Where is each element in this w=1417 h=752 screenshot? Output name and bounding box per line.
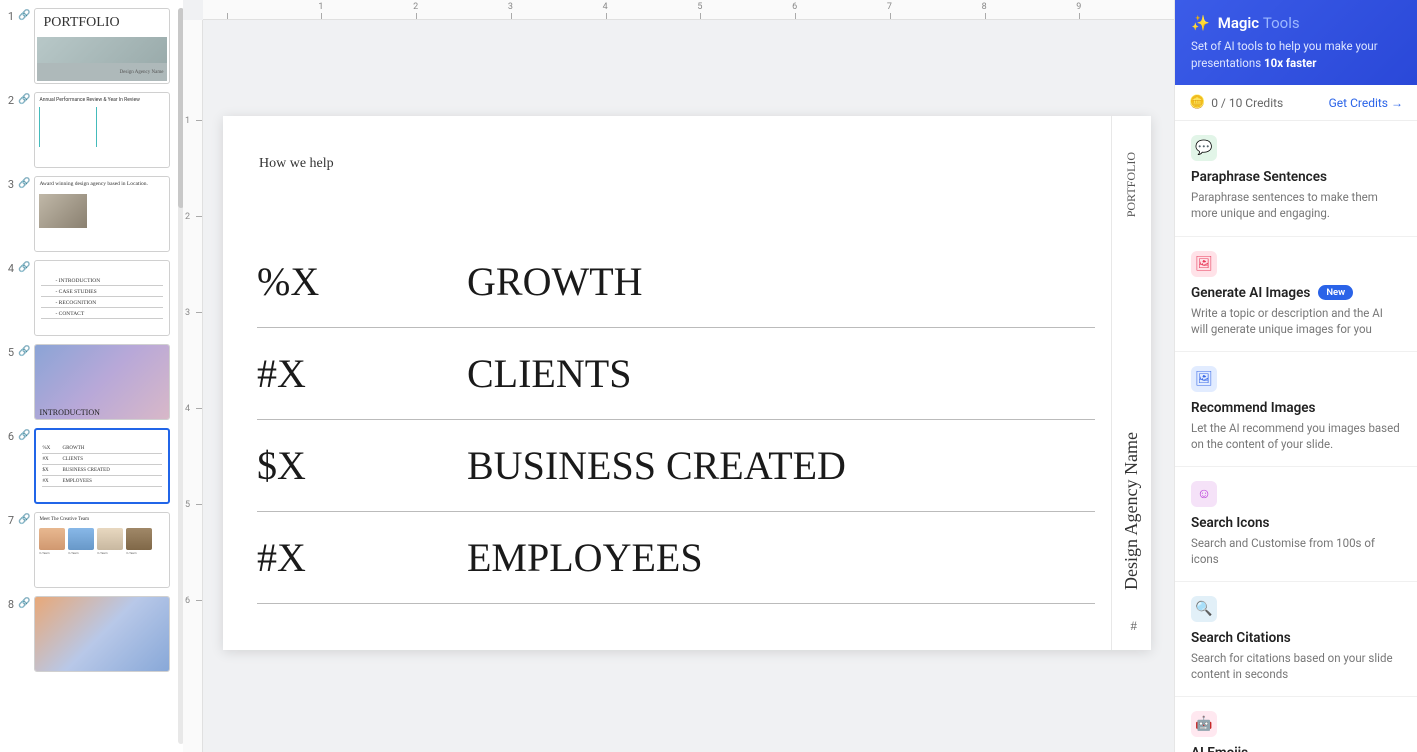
tool-search-icons[interactable]: ☺ Search Icons Search and Customise from 1… [1175,467,1417,582]
slide-thumbnail-8[interactable] [34,596,170,672]
get-credits-link[interactable]: Get Credits → [1329,96,1403,110]
tool-ai-emojis[interactable]: 🤖AI EmojisTurn words into emotions with … [1175,697,1417,752]
thumb-number: 3 [4,176,14,191]
thumb-link-icon: 🔗 [18,176,30,189]
search-icons-icon: ☺ [1191,481,1217,507]
slide-thumbnail-7[interactable]: Meet The Creative Team K-Team K-Team K-T… [34,512,170,588]
thumb-number: 2 [4,92,14,107]
tool-title: Search Icons [1191,515,1269,531]
stat-rows: %X GROWTH #X CLIENTS $X BUSINESS CREATED… [257,236,1095,604]
tool-search-citations[interactable]: 🔍 Search Citations Search for citations ba… [1175,582,1417,697]
stat-row[interactable]: %X GROWTH [257,236,1095,328]
credits-count: 0 / 10 Credits [1211,96,1283,110]
arrow-right-icon: → [1391,96,1403,110]
tool-recommend-images[interactable]: 🖼 Recommend Images Let the AI recommend yo… [1175,352,1417,467]
slide-thumbnail-3[interactable]: Award winning design agency based in Loc… [34,176,170,252]
gen-images-icon: 🖼 [1191,251,1217,277]
thumb-link-icon: 🔗 [18,596,30,609]
thumb-link-icon: 🔗 [18,8,30,21]
stat-row[interactable]: #X CLIENTS [257,328,1095,420]
tool-description: Search for citations based on your slide… [1191,650,1401,682]
tool-description: Paraphrase sentences to make them more u… [1191,189,1401,221]
stat-row[interactable]: #X EMPLOYEES [257,512,1095,604]
thumb-number: 1 [4,8,14,23]
thumb-number: 5 [4,344,14,359]
ai-emojis-icon: 🤖 [1191,711,1217,737]
tool-title: Paraphrase Sentences [1191,169,1327,185]
tool-description: Write a topic or description and the AI … [1191,305,1401,337]
credits-bar: 🪙 0 / 10 Credits Get Credits → [1175,85,1417,121]
thumb-number: 6 [4,428,14,443]
tool-description: Let the AI recommend you images based on… [1191,420,1401,452]
thumb-number: 4 [4,260,14,275]
wand-icon: ✨ [1191,14,1210,32]
tool-gen-images[interactable]: 🖼 Generate AI Images New Write a topic or d… [1175,237,1417,352]
search-citations-icon: 🔍 [1191,596,1217,622]
tool-paraphrase[interactable]: 💬 Paraphrase Sentences Paraphrase sentence… [1175,121,1417,236]
slide-canvas[interactable]: How we help %X GROWTH #X CLIENTS $X BUSI… [223,116,1151,650]
magic-subtitle: Set of AI tools to help you make your pr… [1191,38,1401,71]
stat-label: CLIENTS [467,350,631,397]
stat-key: #X [257,350,467,397]
slide-thumbnail-1[interactable]: PORTFOLIO Design Agency Name [34,8,170,84]
stat-key: $X [257,442,467,489]
tool-description: Search and Customise from 100s of icons [1191,535,1401,567]
paraphrase-icon: 💬 [1191,135,1217,161]
tool-title: Generate AI Images [1191,285,1310,301]
magic-tools-panel: ✨ Magic Tools Set of AI tools to help yo… [1174,0,1417,752]
thumb-link-icon: 🔗 [18,92,30,105]
tool-title: Recommend Images [1191,400,1315,416]
slide-side-label-bottom: Design Agency Name [1111,116,1151,650]
slide-heading[interactable]: How we help [259,156,334,172]
tool-title: AI Emojis [1191,745,1248,752]
slide-thumbnail-4[interactable]: - INTRODUCTION - CASE STUDIES - RECOGNIT… [34,260,170,336]
thumb-link-icon: 🔗 [18,260,30,273]
slide-page-number: # [1131,618,1138,634]
stat-label: GROWTH [467,258,643,305]
thumb-link-icon: 🔗 [18,512,30,525]
slide-canvas-area: 1 2 3 4 5 6 7 8 9 1 2 3 4 5 6 How we hel… [183,0,1174,752]
stat-row[interactable]: $X BUSINESS CREATED [257,420,1095,512]
stat-label: BUSINESS CREATED [467,442,846,489]
thumb-link-icon: 🔗 [18,344,30,357]
slide-thumbnail-6[interactable]: %XGROWTH #XCLIENTS $XBUSINESS CREATED #X… [34,428,170,504]
magic-tools-header: ✨ Magic Tools Set of AI tools to help yo… [1175,0,1417,85]
horizontal-ruler: 1 2 3 4 5 6 7 8 9 [203,0,1174,20]
recommend-images-icon: 🖼 [1191,366,1217,392]
thumb-link-icon: 🔗 [18,428,30,441]
stat-key: %X [257,258,467,305]
slide-thumbnail-2[interactable]: Annual Performance Review & Year In Revi… [34,92,170,168]
new-badge: New [1318,285,1353,300]
thumb-number: 8 [4,596,14,611]
slide-thumbnails-panel: 1 🔗 PORTFOLIO Design Agency Name 2 🔗 Ann… [0,0,175,752]
vertical-ruler: 1 2 3 4 5 6 [183,20,203,752]
coin-icon: 🪙 [1189,95,1205,110]
stat-key: #X [257,534,467,581]
slide-thumbnail-5[interactable]: INTRODUCTION [34,344,170,420]
thumb-number: 7 [4,512,14,527]
tool-title: Search Citations [1191,630,1291,646]
stat-label: EMPLOYEES [467,534,703,581]
